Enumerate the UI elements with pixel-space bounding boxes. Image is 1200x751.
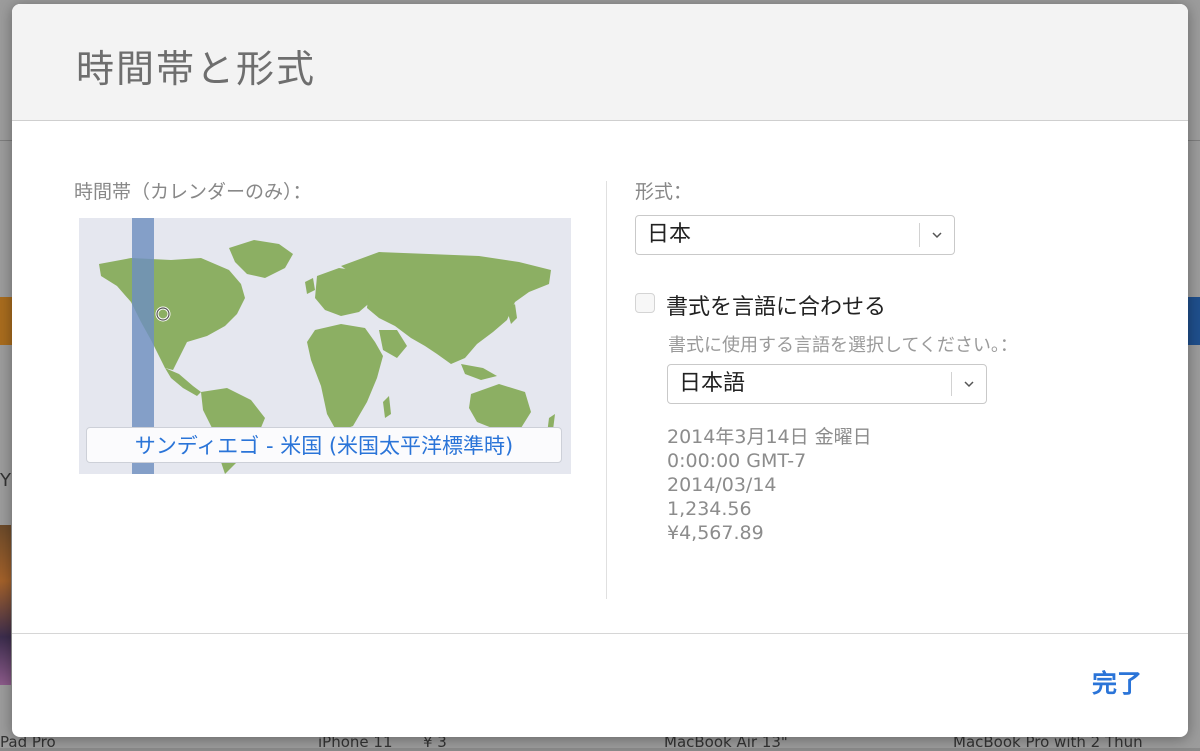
background-divider	[0, 140, 12, 141]
format-preview: 2014年3月14日 金曜日 0:00:00 GMT-7 2014/03/14 …	[667, 425, 872, 545]
footer-divider	[12, 633, 1188, 634]
timezone-selection-field[interactable]: サンディエゴ - 米国 (米国太平洋標準時)	[86, 427, 562, 463]
timezone-map[interactable]: サンディエゴ - 米国 (米国太平洋標準時)	[79, 218, 571, 474]
language-value: 日本語	[679, 371, 746, 396]
background-product-image	[0, 525, 11, 685]
format-example-number: 1,234.56	[667, 498, 752, 520]
region-format-value: 日本	[647, 222, 692, 247]
match-language-checkbox[interactable]	[635, 293, 655, 313]
chevron-down-icon	[932, 232, 942, 239]
language-select[interactable]: 日本語	[667, 364, 987, 404]
format-example-date-short: 2014/03/14	[667, 474, 777, 496]
match-language-label[interactable]: 書式を言語に合わせる	[666, 289, 886, 321]
chevron-down-icon	[964, 381, 974, 388]
done-button[interactable]: 完了	[1092, 664, 1142, 700]
format-example-time: 0:00:00 GMT-7	[667, 450, 807, 472]
column-divider	[606, 181, 607, 599]
format-example-date-long: 2014年3月14日 金曜日	[667, 426, 872, 448]
dialog-header: 時間帯と形式	[12, 4, 1188, 121]
region-format-select[interactable]: 日本	[635, 215, 955, 255]
timezone-format-dialog: 時間帯と形式 時間帯（カレンダーのみ）： サンディエゴ - 米国 (米国太平洋標…	[12, 4, 1188, 737]
dialog-title: 時間帯と形式	[76, 47, 317, 91]
background-banner-left	[0, 297, 12, 345]
background-divider	[1188, 140, 1200, 141]
background-banner-right	[1188, 297, 1200, 345]
select-separator	[919, 223, 920, 247]
language-prompt: 書式に使用する言語を選択してください。：	[668, 335, 1018, 356]
timezone-label: 時間帯（カレンダーのみ）：	[74, 181, 312, 203]
format-example-currency: ¥4,567.89	[667, 522, 764, 544]
select-separator	[951, 372, 952, 396]
format-label: 形式：	[635, 181, 693, 203]
background-text: Y	[0, 470, 11, 491]
